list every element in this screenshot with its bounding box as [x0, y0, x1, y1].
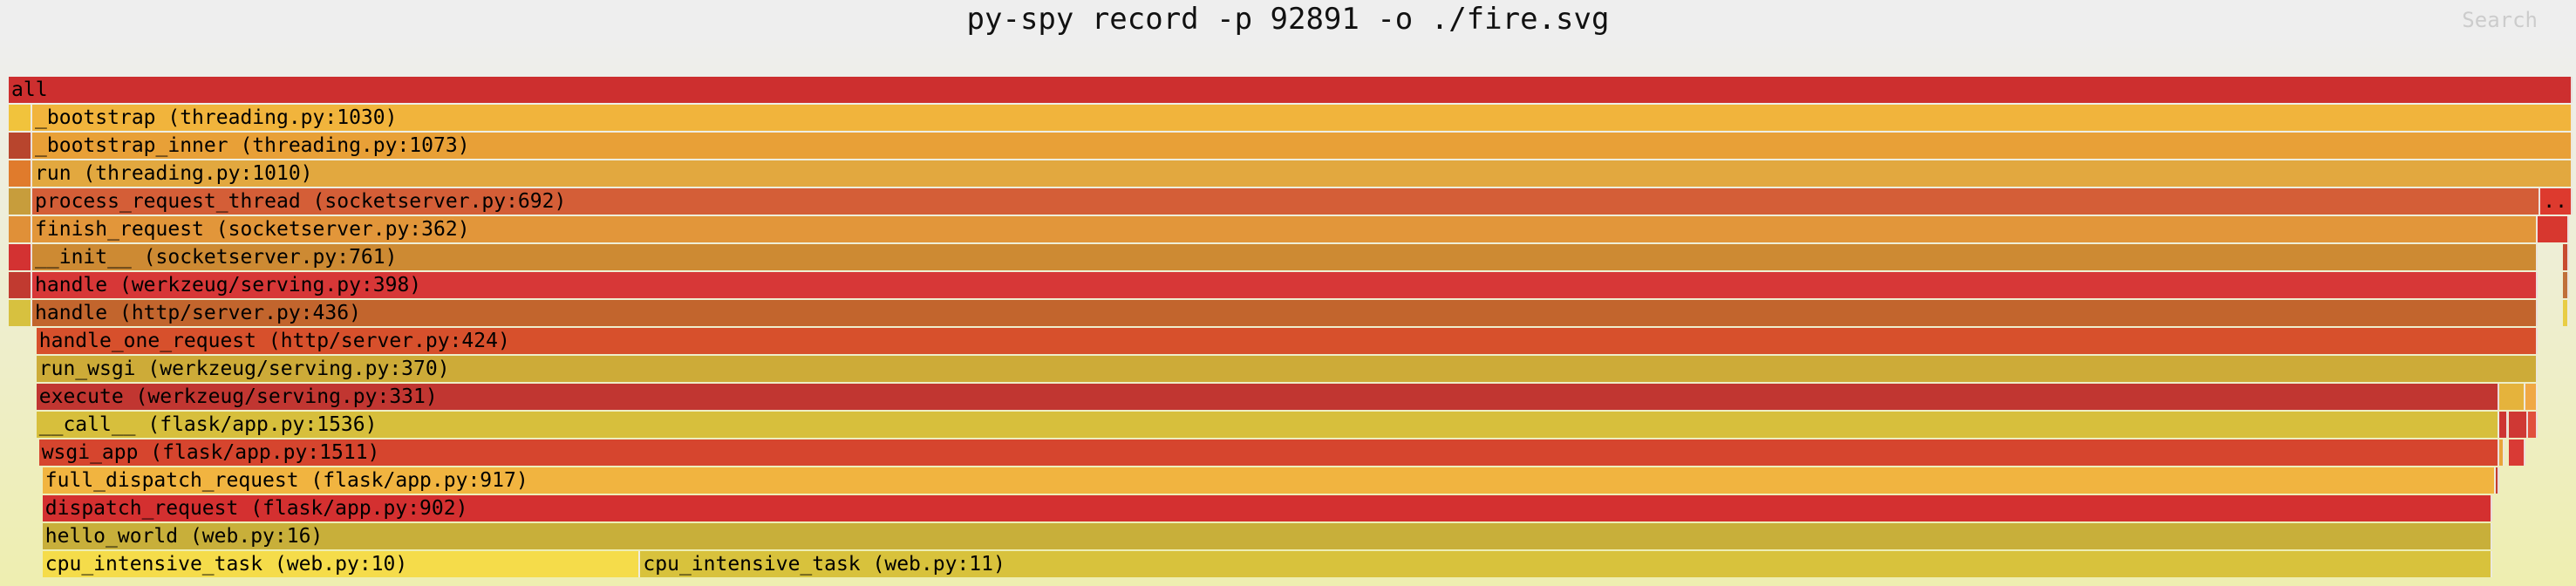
flame-frame[interactable]: wsgi_app (flask/app.py:1511): [38, 440, 2499, 466]
flame-frame[interactable]: [2562, 272, 2569, 298]
flame-frame[interactable]: handle_one_request (http/server.py:424): [36, 328, 2538, 354]
flame-frame[interactable]: ..: [2540, 188, 2573, 215]
flame-frame[interactable]: execute (werkzeug/serving.py:331): [36, 384, 2499, 410]
flame-frame-label: __init__ (socketserver.py:761): [35, 246, 398, 269]
flame-frame[interactable]: __init__ (socketserver.py:761): [32, 244, 2538, 270]
flame-frame[interactable]: cpu_intensive_task (web.py:11): [640, 551, 2493, 577]
flame-frame-label: handle (werkzeug/serving.py:398): [35, 274, 422, 296]
flame-frame[interactable]: run (threading.py:1010): [32, 160, 2573, 187]
flame-frame[interactable]: [9, 216, 33, 242]
flame-frame[interactable]: [2498, 412, 2509, 438]
flame-frame-label: finish_request (socketserver.py:362): [35, 218, 470, 241]
flame-frame[interactable]: hello_world (web.py:16): [42, 523, 2493, 549]
flame-frame[interactable]: handle (werkzeug/serving.py:398): [32, 272, 2538, 298]
flame-frame-label: cpu_intensive_task (web.py:10): [44, 553, 408, 576]
flame-frame[interactable]: _bootstrap_inner (threading.py:1073): [32, 133, 2573, 159]
flame-frame-label: handle_one_request (http/server.py:424): [38, 330, 510, 352]
flame-frame[interactable]: __call__ (flask/app.py:1536): [36, 412, 2499, 438]
flame-frame-label: run (threading.py:1010): [35, 162, 313, 185]
flame-frame-label: dispatch_request (flask/app.py:902): [44, 497, 468, 520]
flame-frame[interactable]: [9, 188, 33, 215]
flame-frame[interactable]: process_request_thread (socketserver.py:…: [32, 188, 2541, 215]
flame-frame-label: _bootstrap_inner (threading.py:1073): [35, 134, 470, 157]
flame-frame[interactable]: _bootstrap (threading.py:1030): [32, 105, 2573, 131]
flame-frame[interactable]: [2508, 412, 2528, 438]
flame-frame[interactable]: [2495, 467, 2499, 494]
flame-frame[interactable]: [2508, 440, 2525, 466]
flame-frame-label: cpu_intensive_task (web.py:11): [643, 553, 1005, 576]
flame-frame[interactable]: [9, 105, 33, 131]
flame-frame-label: __call__ (flask/app.py:1536): [38, 413, 378, 436]
flame-frame-label: run_wsgi (werkzeug/serving.py:370): [38, 358, 450, 380]
flame-frame[interactable]: [2537, 216, 2569, 242]
flame-frame[interactable]: [2525, 384, 2538, 410]
flame-frame[interactable]: cpu_intensive_task (web.py:10): [42, 551, 641, 577]
flame-frame[interactable]: all: [9, 77, 2573, 103]
flame-frame[interactable]: handle (http/server.py:436): [32, 300, 2538, 326]
flame-frame-label: full_dispatch_request (flask/app.py:917): [44, 469, 528, 492]
flame-frame-label: hello_world (web.py:16): [44, 525, 324, 548]
flame-frame[interactable]: [2498, 440, 2504, 466]
flame-frame-label: process_request_thread (socketserver.py:…: [35, 190, 567, 213]
flame-frame[interactable]: run_wsgi (werkzeug/serving.py:370): [36, 356, 2538, 382]
flame-frame-label: handle (http/server.py:436): [35, 302, 361, 324]
flame-frame[interactable]: full_dispatch_request (flask/app.py:917): [42, 467, 2496, 494]
flame-frame-label: ..: [2543, 190, 2567, 213]
flame-frame[interactable]: [9, 133, 33, 159]
flame-frame[interactable]: [9, 272, 33, 298]
flame-frame-label: _bootstrap (threading.py:1030): [35, 106, 398, 129]
flamegraph: all _bootstrap (threading.py:1030) _bootst…: [0, 0, 2576, 586]
flame-frame[interactable]: [2562, 244, 2569, 270]
flame-frame[interactable]: [9, 160, 33, 187]
flame-frame-label: execute (werkzeug/serving.py:331): [38, 385, 438, 408]
flame-frame[interactable]: [2562, 300, 2569, 326]
flame-frame[interactable]: [9, 300, 33, 326]
flame-frame[interactable]: [2498, 384, 2525, 410]
flame-frame[interactable]: dispatch_request (flask/app.py:902): [42, 495, 2493, 521]
flame-frame-label: all: [11, 78, 48, 101]
flame-frame[interactable]: [9, 244, 33, 270]
flame-frame-label: wsgi_app (flask/app.py:1511): [41, 441, 380, 464]
flame-frame[interactable]: [2527, 412, 2538, 438]
flame-frame[interactable]: finish_request (socketserver.py:362): [32, 216, 2538, 242]
